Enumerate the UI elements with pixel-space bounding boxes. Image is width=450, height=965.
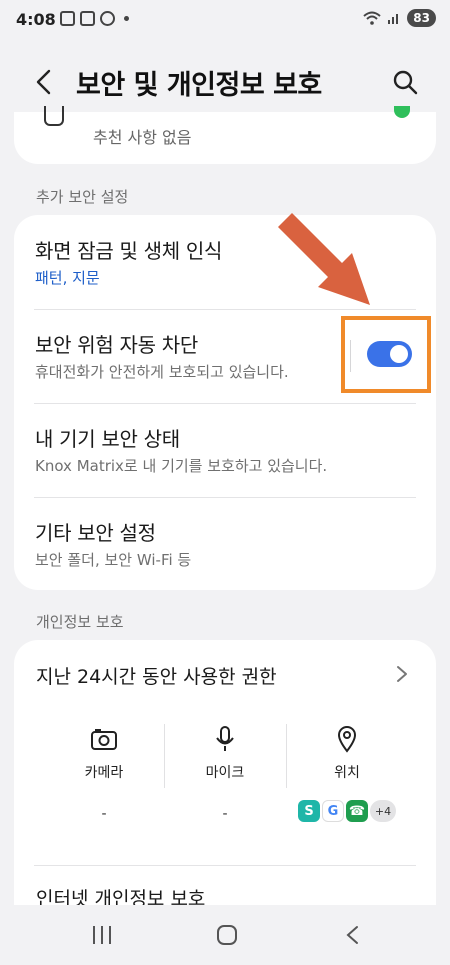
wifi-icon	[363, 11, 381, 25]
item-subtitle: Knox Matrix로 내 기기를 보호하고 있습니다.	[35, 457, 328, 475]
annotation-highlight-box	[341, 316, 431, 393]
recommendation-card[interactable]: 추천 사항 없음	[14, 106, 436, 164]
status-time: 4:08	[16, 10, 56, 29]
item-title: 보안 위험 자동 차단	[35, 333, 198, 357]
navigation-bar	[0, 905, 450, 965]
recommendation-text: 추천 사항 없음	[93, 128, 192, 147]
section-label-privacy: 개인정보 보호	[36, 613, 124, 631]
more-apps-badge: +4	[370, 800, 396, 822]
permissions-title[interactable]: 지난 24시간 동안 사용한 권한	[36, 662, 277, 689]
permission-microphone[interactable]: 마이크 -	[165, 724, 285, 826]
permission-location[interactable]: 위치 S G ☎ +4	[287, 724, 407, 822]
app-header: 보안 및 개인정보 보호	[0, 55, 450, 110]
microphone-icon	[216, 726, 234, 751]
permission-label: 위치	[334, 765, 360, 781]
recent-apps-icon[interactable]	[88, 923, 116, 947]
app-icon-google: G	[322, 800, 344, 822]
location-pin-icon	[337, 726, 357, 753]
item-subtitle: 보안 폴더, 보안 Wi-Fi 등	[35, 551, 192, 569]
screenshot-icon	[60, 11, 75, 26]
list-item-other-security[interactable]: 기타 보안 설정 보안 폴더, 보안 Wi-Fi 등	[14, 497, 436, 591]
app-icon-samsung: S	[298, 800, 320, 822]
annotation-arrow-icon	[278, 213, 370, 305]
permission-value: -	[101, 806, 107, 822]
privacy-card: 지난 24시간 동안 사용한 권한 카메라 - 마이크 - 위치 S G ☎ +…	[14, 640, 436, 930]
divider	[34, 865, 416, 866]
check-circle-icon	[100, 11, 115, 26]
back-chevron-icon[interactable]	[30, 67, 60, 97]
gallery-icon	[80, 11, 95, 26]
app-icon-phone: ☎	[346, 800, 368, 822]
location-apps: S G ☎ +4	[287, 800, 407, 822]
back-nav-icon[interactable]	[339, 923, 367, 947]
item-title: 내 기기 보안 상태	[35, 427, 180, 451]
item-title: 기타 보안 설정	[35, 521, 156, 545]
dot-icon	[124, 16, 129, 21]
status-bar: 4:08 83	[0, 0, 450, 40]
item-subtitle: 휴대전화가 안전하게 보호되고 있습니다.	[35, 363, 289, 381]
permission-label: 마이크	[205, 765, 245, 781]
status-ok-icon	[394, 106, 410, 118]
home-icon[interactable]	[213, 923, 241, 947]
item-title: 화면 잠금 및 생체 인식	[35, 239, 223, 263]
chevron-right-icon[interactable]	[394, 664, 410, 684]
page-title: 보안 및 개인정보 보호	[76, 70, 322, 101]
recommendation-icon	[44, 106, 64, 126]
permission-value: -	[222, 806, 228, 822]
battery-icon: 83	[407, 9, 436, 27]
permission-camera[interactable]: 카메라 -	[44, 724, 164, 826]
item-subtitle: 패턴, 지문	[35, 269, 100, 287]
list-item-device-security[interactable]: 내 기기 보안 상태 Knox Matrix로 내 기기를 보호하고 있습니다.	[14, 403, 436, 497]
search-icon[interactable]	[390, 67, 420, 97]
permission-label: 카메라	[84, 765, 124, 781]
signal-icon	[388, 14, 399, 24]
camera-icon	[91, 729, 117, 750]
section-label-security: 추가 보안 설정	[36, 188, 129, 206]
